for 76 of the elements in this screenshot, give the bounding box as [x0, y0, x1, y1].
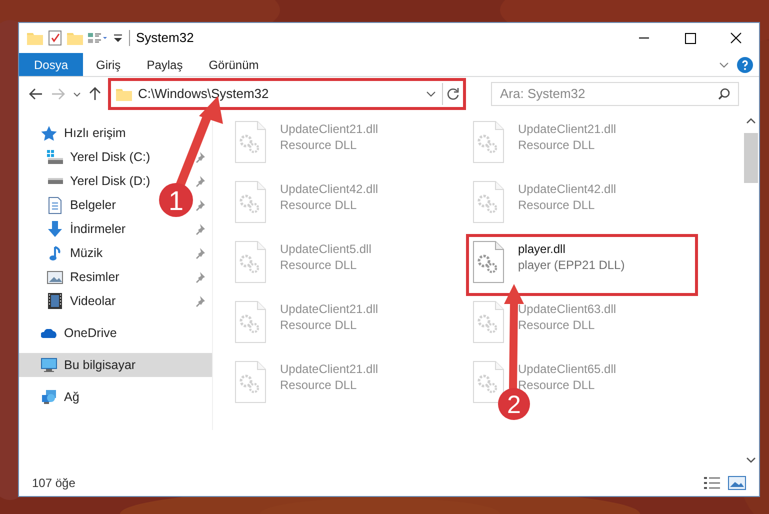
ribbon-tab[interactable]: Dosya — [19, 53, 84, 76]
window-title: System32 — [136, 29, 194, 48]
annotation-number: 1 — [168, 186, 184, 216]
file-type: Resource DLL — [518, 377, 596, 393]
search-icon[interactable] — [718, 88, 730, 100]
sidebar-item[interactable]: Ağ — [64, 388, 80, 406]
help-icon[interactable] — [737, 56, 753, 72]
dll-file-icon — [473, 361, 504, 403]
annotation-number: 2 — [507, 391, 521, 419]
sidebar-item[interactable]: Yerel Disk (D:) — [70, 172, 150, 190]
file-type: Resource DLL — [518, 197, 596, 213]
file-type: Resource DLL — [280, 257, 358, 273]
dll-file-icon — [473, 301, 504, 343]
download-arrow-icon — [47, 221, 63, 237]
music-note-icon — [49, 246, 61, 260]
pin-icon[interactable] — [195, 151, 206, 163]
up-arrow-icon[interactable] — [89, 87, 101, 101]
sidebar-item[interactable]: Bu bilgisayar — [19, 353, 212, 377]
folder-icon — [116, 87, 132, 101]
dll-file-icon — [235, 181, 266, 223]
file-type: Resource DLL — [280, 317, 358, 333]
dll-file-icon — [235, 361, 266, 403]
file-type: Resource DLL — [518, 317, 596, 333]
sidebar-item[interactable]: Videolar — [70, 292, 116, 310]
pin-icon[interactable] — [195, 271, 206, 283]
drive-icon — [47, 150, 63, 164]
chevron-down-icon[interactable] — [426, 91, 436, 97]
cloud-icon — [41, 328, 57, 338]
chevron-down-icon[interactable] — [719, 62, 729, 68]
sidebar-item[interactable]: Müzik — [70, 244, 103, 262]
dll-file-icon — [473, 181, 504, 223]
sidebar-item[interactable]: OneDrive — [64, 324, 117, 342]
picture-icon — [47, 270, 63, 284]
ribbon-tab[interactable]: Giriş — [83, 53, 134, 76]
computer-icon — [41, 358, 57, 372]
star-icon — [41, 126, 57, 140]
tiles-view-icon[interactable] — [728, 476, 746, 490]
ribbon-tab[interactable]: Görünüm — [196, 53, 272, 76]
dll-file-icon — [235, 121, 266, 163]
file-type: Resource DLL — [518, 137, 596, 153]
network-icon — [41, 390, 57, 404]
sidebar-item[interactable]: İndirmeler — [70, 220, 126, 238]
properties-icon[interactable] — [48, 30, 62, 46]
dll-file-icon — [235, 241, 266, 283]
document-icon — [48, 196, 62, 214]
dll-file-icon — [473, 241, 504, 283]
address-path: C:\Windows\System32 — [138, 85, 269, 104]
pin-icon[interactable] — [195, 199, 206, 211]
pin-icon[interactable] — [195, 223, 206, 235]
chevron-down-icon[interactable] — [73, 92, 81, 96]
sidebar-item[interactable]: Resimler — [70, 268, 120, 286]
file-type: Resource DLL — [280, 137, 358, 153]
file-name[interactable]: player.dll — [518, 241, 625, 257]
pin-icon[interactable] — [195, 295, 206, 307]
drive-icon — [48, 178, 62, 184]
file-type: player (EPP21 DLL) — [518, 257, 625, 273]
scroll-up-icon[interactable] — [746, 117, 756, 125]
ribbon-tab[interactable]: Paylaş — [134, 53, 196, 76]
dll-file-icon — [473, 121, 504, 163]
list-icon[interactable] — [88, 32, 108, 44]
film-icon — [48, 293, 62, 309]
back-arrow-icon[interactable] — [29, 88, 43, 100]
item-count: 107 öğe — [32, 475, 76, 492]
sidebar-item[interactable]: Belgeler — [70, 196, 116, 214]
pin-icon[interactable] — [195, 247, 206, 259]
customize-icon[interactable] — [113, 34, 123, 42]
scrollbar-thumb[interactable] — [744, 133, 758, 183]
pin-icon[interactable] — [195, 175, 206, 187]
file-type: Resource DLL — [280, 197, 358, 213]
details-view-icon[interactable] — [704, 476, 720, 490]
file-type: Resource DLL — [280, 377, 358, 393]
scroll-down-icon[interactable] — [746, 456, 756, 464]
search-field[interactable]: Ara: System32 — [491, 82, 739, 106]
dll-file-icon — [235, 301, 266, 343]
sidebar-item[interactable]: Hızlı erişim — [64, 124, 126, 142]
sidebar-item[interactable]: Yerel Disk (C:) — [70, 148, 150, 166]
